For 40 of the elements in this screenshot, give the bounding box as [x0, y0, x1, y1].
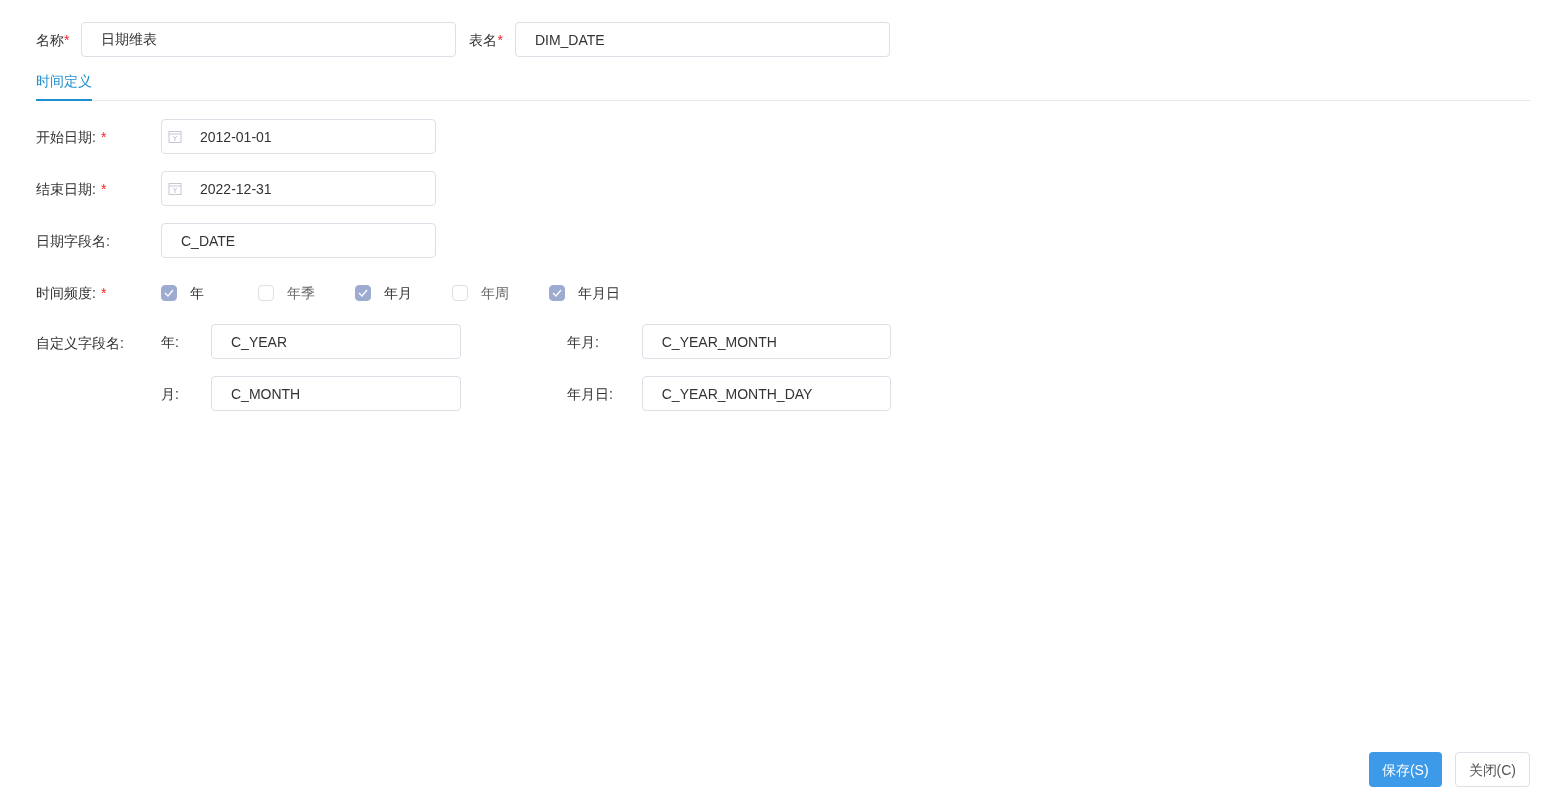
field-label: 表名: [469, 30, 498, 50]
field-label: 名称: [36, 30, 64, 50]
text-field[interactable]: C_YEAR_MONTH_DAY: [641, 376, 891, 411]
field-label: 年月:: [567, 332, 600, 352]
field-label: 开始日期:: [36, 127, 96, 147]
checkbox-label: 年月: [384, 284, 412, 303]
tab[interactable]: 时间定义: [36, 71, 92, 101]
checkbox[interactable]: [355, 285, 371, 301]
required-asterisk: *: [100, 127, 107, 147]
checkbox-label: 年: [190, 284, 204, 303]
text-field[interactable]: C_YEAR_MONTH: [641, 324, 891, 359]
check-icon: [552, 289, 562, 297]
required-asterisk: *: [497, 30, 503, 50]
field-label: 自定义字段名:: [36, 334, 125, 353]
text-field[interactable]: C_MONTH: [211, 376, 461, 411]
text-field[interactable]: DIM_DATE: [514, 22, 890, 57]
calendar-icon: [168, 129, 182, 144]
checkbox[interactable]: [161, 285, 177, 301]
text-field[interactable]: 日期维表: [81, 22, 457, 57]
checkbox-label: 年周: [481, 284, 509, 303]
check-icon: [358, 289, 368, 297]
field-label: 时间频度:: [36, 284, 96, 303]
field-label: 月:: [161, 384, 180, 404]
close-button[interactable]: 关闭(C): [1454, 752, 1530, 787]
field-label: 年月日:: [567, 384, 614, 404]
required-asterisk: *: [64, 30, 70, 50]
text-field[interactable]: C_YEAR: [211, 324, 461, 359]
checkbox[interactable]: [549, 285, 565, 301]
check-icon: [164, 289, 174, 297]
field-label: 结束日期:: [36, 179, 96, 199]
date-field[interactable]: 2022-12-31: [161, 171, 436, 206]
date-field[interactable]: 2012-01-01: [161, 119, 436, 154]
required-asterisk: *: [100, 284, 107, 303]
field-label: 日期字段名:: [36, 231, 110, 251]
required-asterisk: *: [100, 179, 107, 199]
text-field[interactable]: C_DATE: [161, 223, 436, 258]
field-label: 年:: [161, 332, 180, 352]
calendar-icon: [168, 181, 182, 196]
checkbox-label: 年季: [287, 284, 315, 303]
checkbox-label: 年月日: [578, 284, 620, 303]
